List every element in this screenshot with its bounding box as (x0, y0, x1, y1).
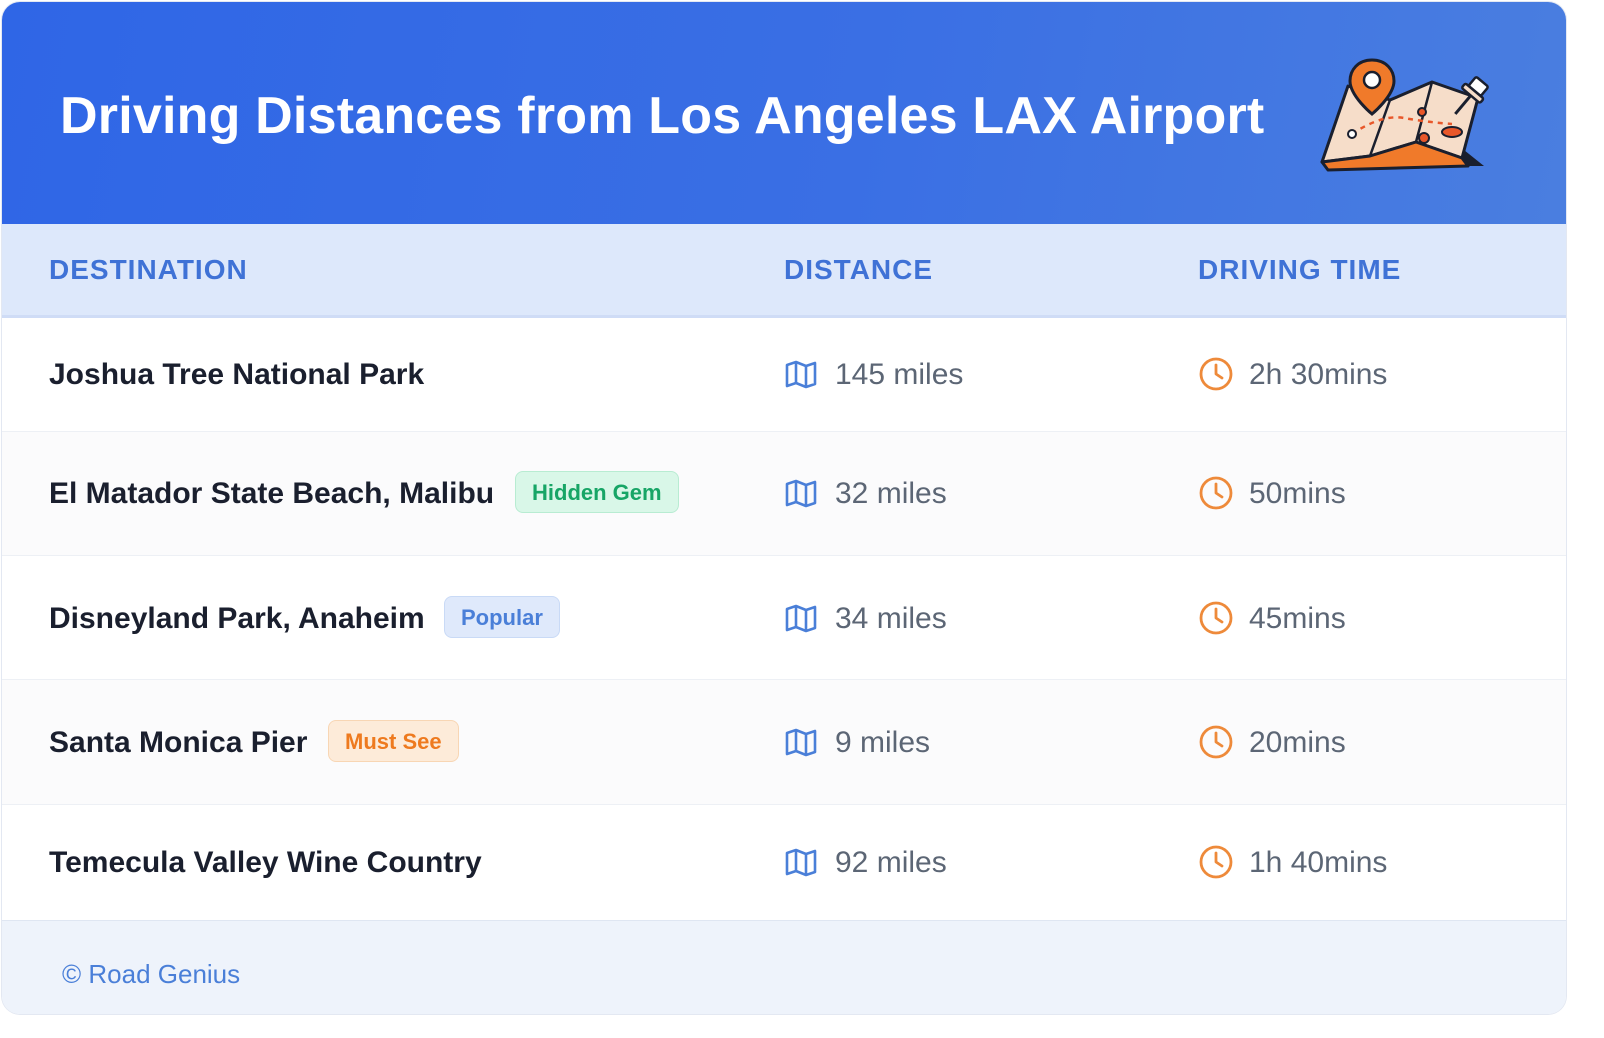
distance-value: 34 miles (835, 602, 947, 635)
distance-value: 145 miles (835, 358, 964, 391)
driving-time-value: 45mins (1249, 602, 1346, 635)
destination-name: Temecula Valley Wine Country (49, 846, 482, 879)
destination-name: Joshua Tree National Park (49, 358, 425, 391)
map-icon (785, 604, 817, 633)
destination-name: El Matador State Beach, Malibu (49, 477, 495, 510)
table-row: Santa Monica Pier Must See 9 miles 20min… (2, 680, 1566, 805)
map-icon (785, 479, 817, 508)
column-header-destination: DESTINATION (49, 254, 248, 285)
driving-time-value: 1h 40mins (1249, 846, 1388, 879)
map-icon (785, 360, 817, 389)
badge-must-see: Must See (328, 720, 459, 762)
map-illustration-icon (1320, 58, 1489, 172)
driving-time-value: 50mins (1249, 477, 1346, 510)
clock-icon (1199, 725, 1233, 759)
column-header-driving-time: DRIVING TIME (1198, 254, 1402, 285)
destination-name: Disneyland Park, Anaheim (49, 602, 425, 635)
table-column-header: DESTINATION DISTANCE DRIVING TIME (2, 224, 1566, 318)
clock-icon (1199, 601, 1233, 635)
footer-credit: © Road Genius (62, 959, 241, 989)
clock-icon (1199, 845, 1233, 879)
driving-distances-card: Driving Distances from Los Angeles LAX A… (2, 2, 1566, 1014)
distance-value: 92 miles (835, 846, 947, 879)
table-row: El Matador State Beach, Malibu Hidden Ge… (2, 432, 1566, 556)
column-header-distance: DISTANCE (784, 254, 934, 285)
footer: © Road Genius (2, 920, 1566, 1014)
distance-value: 9 miles (835, 726, 931, 759)
header-banner: Driving Distances from Los Angeles LAX A… (2, 2, 1566, 224)
badge-hidden-gem: Hidden Gem (515, 471, 679, 513)
map-icon (785, 728, 817, 757)
clock-icon (1199, 357, 1233, 391)
driving-time-value: 20mins (1249, 726, 1346, 759)
page-title: Driving Distances from Los Angeles LAX A… (60, 87, 1265, 145)
map-icon (785, 848, 817, 877)
driving-time-value: 2h 30mins (1249, 358, 1388, 391)
clock-icon (1199, 476, 1233, 510)
table-row: Joshua Tree National Park 145 miles 2h 3… (2, 318, 1566, 432)
table-row: Disneyland Park, Anaheim Popular 34 mile… (2, 556, 1566, 680)
table-row: Temecula Valley Wine Country 92 miles 1h… (2, 805, 1566, 920)
destination-name: Santa Monica Pier (49, 726, 308, 759)
badge-popular: Popular (444, 596, 560, 638)
distance-value: 32 miles (835, 477, 947, 510)
